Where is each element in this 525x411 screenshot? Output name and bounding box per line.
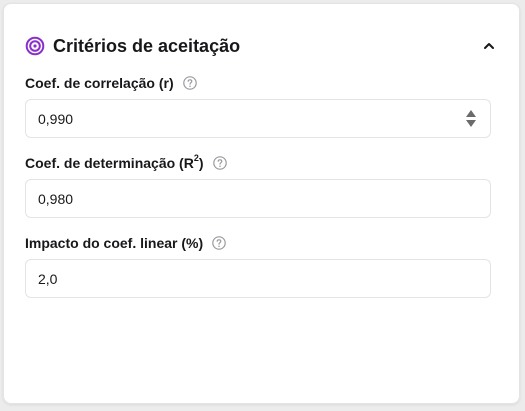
correlation-coef-label: Coef. de correlação (r) — [25, 73, 197, 93]
determination-coef-input-wrapper — [25, 179, 491, 218]
determination-coef-label-prefix: Coef. de determinação (R — [25, 155, 194, 171]
linear-coef-impact-label-text: Impacto do coef. linear (%) — [25, 235, 204, 251]
spin-up-icon[interactable] — [466, 110, 476, 117]
linear-coef-impact-input[interactable] — [26, 260, 490, 297]
target-icon — [25, 36, 45, 56]
determination-coef-input[interactable] — [26, 180, 490, 217]
correlation-coef-label-text: Coef. de correlação (r) — [25, 75, 174, 91]
linear-coef-impact-label: Impacto do coef. linear (%) — [25, 233, 226, 253]
number-spinner — [465, 108, 477, 130]
linear-coef-impact-input-wrapper — [25, 259, 491, 298]
help-circle-icon[interactable] — [212, 236, 226, 250]
chevron-up-icon — [484, 43, 494, 49]
superscript-two: 2 — [193, 153, 199, 164]
spin-down-icon[interactable] — [466, 120, 476, 127]
correlation-coef-input-wrapper — [25, 99, 491, 138]
determination-coef-label-text: Coef. de determinação (R2) — [25, 153, 204, 171]
collapse-button[interactable] — [477, 34, 501, 58]
card-title: Critérios de aceitação — [53, 35, 241, 56]
card-header: Critérios de aceitação — [25, 33, 501, 59]
determination-coef-label-suffix: ) — [198, 155, 204, 171]
correlation-coef-input[interactable] — [26, 100, 465, 137]
help-circle-icon[interactable] — [182, 76, 197, 90]
help-circle-icon[interactable] — [212, 156, 227, 170]
determination-coef-label: Coef. de determinação (R2) — [25, 153, 227, 173]
